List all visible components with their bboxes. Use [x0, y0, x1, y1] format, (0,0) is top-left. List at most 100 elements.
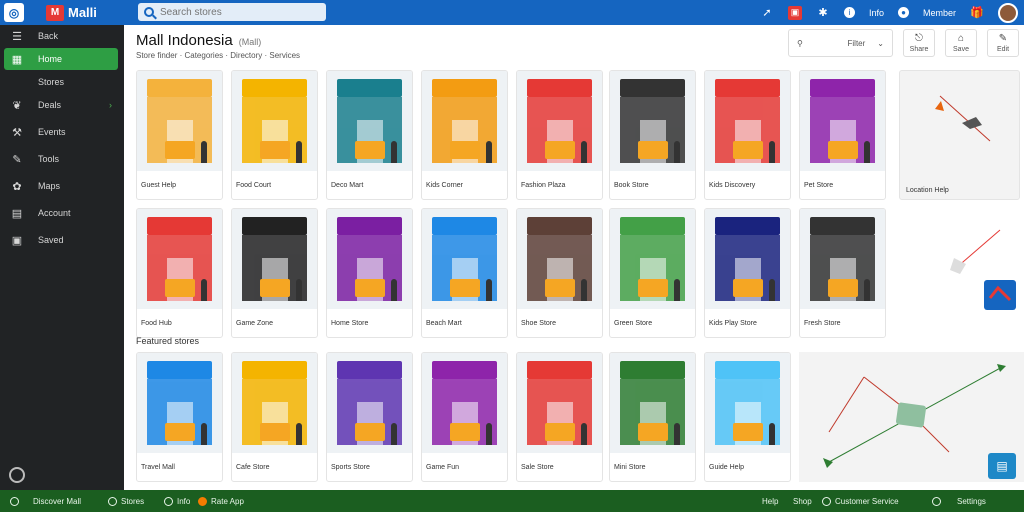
share-button[interactable]: ⎋ Share — [903, 29, 935, 57]
sidebar-item-maps[interactable]: ✿ Maps — [4, 175, 118, 197]
sidebar-item-label: Account — [38, 208, 71, 218]
user-label[interactable]: Member — [923, 8, 956, 18]
card-caption: Location Help — [906, 186, 949, 194]
store-sign — [432, 217, 497, 235]
store-card[interactable]: Beach Mart — [421, 208, 508, 338]
store-card[interactable]: Sports Store — [326, 352, 413, 482]
store-card[interactable]: Game Zone — [231, 208, 318, 338]
display-stall — [638, 423, 668, 441]
map-pin-icon — [935, 95, 991, 142]
info-icon[interactable]: i — [843, 7, 855, 18]
sidebar-item-label: Tools — [38, 154, 60, 164]
sidebar-item-stores[interactable]: Stores — [4, 71, 118, 93]
store-sign — [715, 217, 780, 235]
filter-label: Filter — [847, 38, 866, 48]
location-help-card[interactable]: Location Help — [899, 70, 1020, 200]
gift-icon[interactable]: 🎁 — [970, 6, 984, 20]
edit-button[interactable]: ✎ Edit — [987, 29, 1019, 57]
store-card[interactable]: Food Court — [231, 70, 318, 200]
title-tag: (Mall) — [238, 37, 262, 47]
display-stall — [545, 423, 575, 441]
display-stall — [733, 279, 763, 297]
route-icon — [950, 229, 1016, 310]
store-card[interactable]: Home Store — [326, 208, 413, 338]
store-card[interactable]: Kids Corner — [421, 70, 508, 200]
search-bar[interactable] — [138, 3, 326, 21]
store-sign — [147, 361, 212, 379]
power-icon[interactable] — [9, 467, 25, 483]
brand-name: Malli — [68, 5, 97, 20]
store-card[interactable]: Cafe Store — [231, 352, 318, 482]
brand[interactable]: M Malli — [46, 3, 97, 22]
store-sign — [810, 79, 875, 97]
store-sign — [527, 217, 592, 235]
store-icon — [108, 496, 117, 506]
store-card[interactable]: Travel Mall — [136, 352, 223, 482]
avatar[interactable] — [998, 2, 1018, 23]
sidebar-item-home[interactable]: ▦ Home — [4, 48, 118, 70]
store-thumbnail — [422, 209, 507, 309]
leaf-icon: ❦ — [12, 99, 22, 112]
store-card[interactable]: Green Store — [609, 208, 696, 338]
bottom-item-settings[interactable]: Settings — [932, 490, 986, 512]
store-thumbnail — [610, 353, 695, 453]
store-card[interactable]: Food Hub — [136, 208, 223, 338]
store-card[interactable]: Guest Help — [136, 70, 223, 200]
bluetooth-icon[interactable]: ✱ — [816, 6, 830, 20]
route-card[interactable] — [896, 208, 1020, 332]
pin-icon[interactable]: ➚ — [760, 6, 774, 20]
store-badge-icon[interactable]: ▣ — [787, 5, 802, 20]
shopper-figure — [864, 279, 870, 301]
shopper-figure — [674, 423, 680, 445]
bottom-item-rate[interactable]: Rate App — [198, 490, 244, 512]
shopper-figure — [674, 279, 680, 301]
card-caption: Sports Store — [331, 463, 370, 471]
bottom-item-shop[interactable]: Shop — [793, 490, 812, 512]
sidebar-item-deals[interactable]: ❦ Deals › — [4, 94, 118, 116]
display-stall — [165, 423, 195, 441]
wrench-icon: ⚒ — [12, 126, 22, 139]
card-caption: Kids Discovery — [709, 181, 756, 189]
sidebar-item-account[interactable]: ▤ Account — [4, 202, 118, 224]
store-card[interactable]: Kids Play Store — [704, 208, 791, 338]
power-icon — [10, 496, 19, 506]
sidebar-item-back[interactable]: ☰ Back — [4, 25, 118, 47]
bottom-item-help[interactable]: Help — [762, 490, 778, 512]
info-label[interactable]: Info — [869, 8, 884, 18]
card-caption: Mini Store — [614, 463, 646, 471]
sidebar-item-events[interactable]: ⚒ Events — [4, 121, 118, 143]
shopper-figure — [769, 423, 775, 445]
chat-icon[interactable]: ▤ — [988, 453, 1016, 479]
store-card[interactable]: Fashion Plaza — [516, 70, 603, 200]
sidebar-item-saved[interactable]: ▣ Saved — [4, 229, 118, 251]
globe-icon[interactable]: ◎ — [4, 3, 24, 22]
save-button[interactable]: ⌂ Save — [945, 29, 977, 57]
bottom-item-stores[interactable]: Stores — [108, 490, 144, 512]
bottom-item-info[interactable]: Info — [164, 490, 190, 512]
store-thumbnail — [232, 71, 317, 171]
store-card[interactable]: Game Fun — [421, 352, 508, 482]
store-card[interactable]: Pet Store — [799, 70, 886, 200]
store-card[interactable]: Fresh Store — [799, 208, 886, 338]
search-input[interactable] — [160, 6, 320, 18]
info-icon — [164, 496, 173, 506]
store-card[interactable]: Kids Discovery — [704, 70, 791, 200]
bottom-item-customer-service[interactable]: Customer Service — [822, 490, 899, 512]
store-card[interactable]: Mini Store — [609, 352, 696, 482]
store-sign — [337, 361, 402, 379]
store-card[interactable]: Shoe Store — [516, 208, 603, 338]
store-card[interactable]: Book Store — [609, 70, 696, 200]
filter-dropdown[interactable]: ⚲ Filter ⌄ — [788, 29, 893, 57]
store-card[interactable]: Sale Store — [516, 352, 603, 482]
store-thumbnail — [232, 209, 317, 309]
shopper-figure — [864, 141, 870, 163]
store-card[interactable]: Deco Mart — [326, 70, 413, 200]
user-icon[interactable]: ● — [897, 7, 909, 18]
store-card[interactable]: Guide Help — [704, 352, 791, 482]
sidebar-item-label: Stores — [38, 77, 65, 87]
store-thumbnail — [422, 353, 507, 453]
display-stall — [260, 141, 290, 159]
shopper-figure — [391, 141, 397, 163]
sidebar-item-tools[interactable]: ✎ Tools — [4, 148, 118, 170]
bottom-brand[interactable]: Discover Mall — [10, 490, 81, 512]
